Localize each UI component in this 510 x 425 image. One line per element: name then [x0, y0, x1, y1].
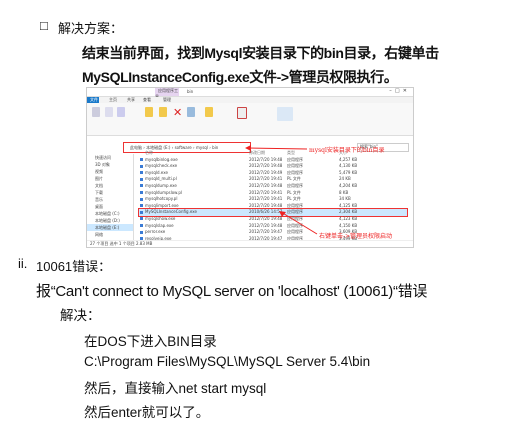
- solve-label: 解决：: [60, 308, 101, 323]
- solution-heading: 解决方案：: [58, 21, 124, 36]
- explorer-screenshot: 应用程序工具 bin – □ ✕ 文件 主页 共享 查看 管理 ✕ 此电脑 › …: [86, 87, 414, 248]
- step-3: 然后，直接输入net start mysql: [84, 381, 267, 396]
- annotation-arrows: [245, 145, 318, 235]
- step-2: C:\Program Files\MySQL\MySQL Server 5.4\…: [84, 354, 371, 369]
- annotation-run-admin: 右键单击->管理员权限启动: [319, 233, 393, 240]
- solution-line-1: 结束当前界面，找到Mysql安装目录下的bin目录，右键单击: [82, 45, 439, 61]
- error-heading: 10061错误：: [36, 259, 112, 274]
- section-number: ii.: [18, 256, 28, 271]
- step-1: 在DOS下进入BIN目录: [84, 334, 217, 349]
- bullet-square: □: [40, 18, 48, 33]
- solution-line-2: MySQLInstanceConfig.exe文件->管理员权限执行。: [82, 69, 398, 85]
- annotation-bin-dir: mysql安装目录下的bin目录: [309, 147, 385, 154]
- error-message: 报“Can't connect to MySQL server on 'loca…: [36, 283, 428, 300]
- step-4: 然后enter就可以了。: [84, 405, 210, 420]
